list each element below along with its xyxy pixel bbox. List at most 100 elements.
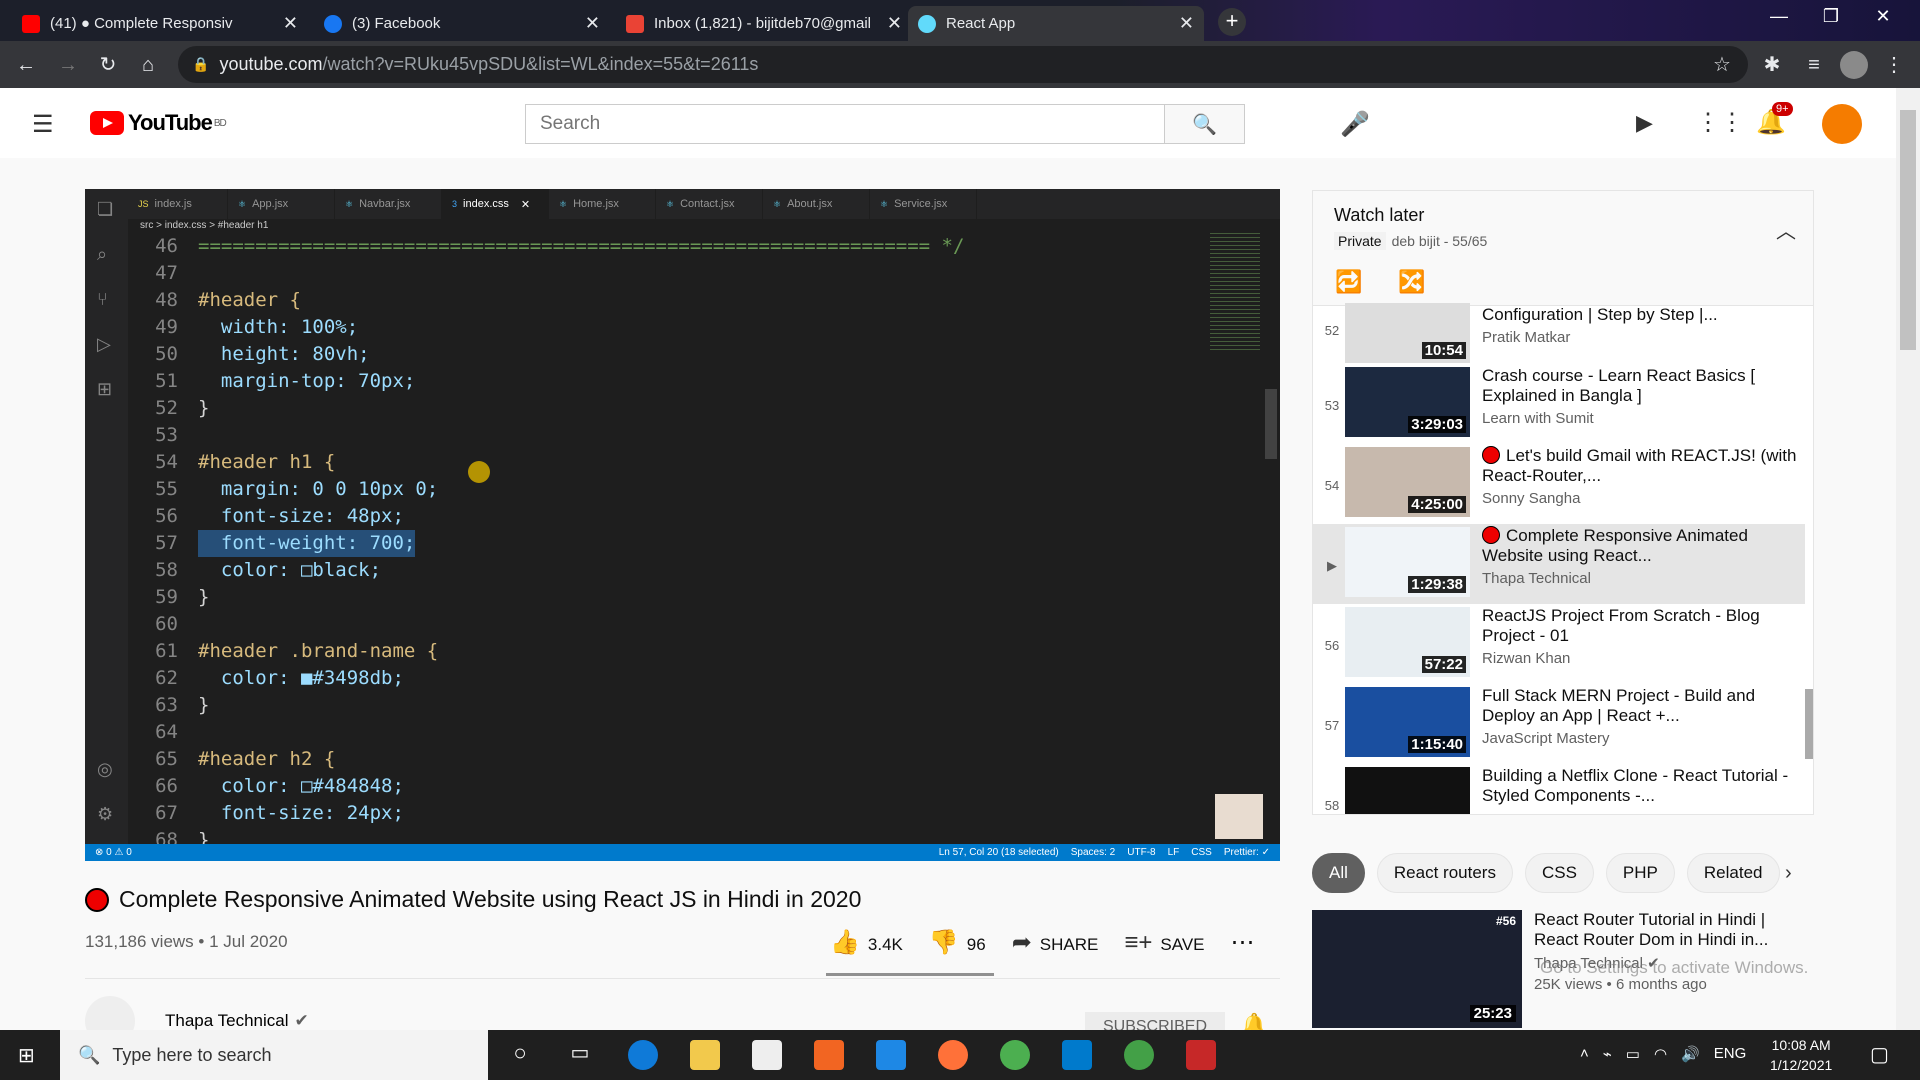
utorrent-icon[interactable]: [1124, 1040, 1154, 1070]
video-player[interactable]: ❏ ⌕ ⑂ ▷ ⊞ ◎ ⚙ JS index.js ⚛ App.jsx ⚛ Navba…: [85, 189, 1280, 861]
url-bar[interactable]: 🔒 youtube.com/watch?v=RUku45vpSDU&list=W…: [178, 46, 1748, 83]
notification-center-icon[interactable]: ▢: [1870, 1042, 1889, 1067]
search-icon: 🔍: [78, 1044, 101, 1065]
youtube-play-icon: [90, 111, 124, 135]
recommended-meta: 25K views • 6 months ago: [1534, 976, 1707, 993]
home-icon[interactable]: ⌂: [132, 49, 164, 81]
video-thumbnail: 1:15:40: [1345, 687, 1470, 757]
chrome-icon[interactable]: [1000, 1040, 1030, 1070]
playlist-item[interactable]: 53 3:29:03 Crash course - Learn React Ba…: [1313, 364, 1805, 444]
battery-icon[interactable]: ▭: [1626, 1045, 1640, 1063]
mail-icon[interactable]: [876, 1040, 906, 1070]
language-indicator[interactable]: ENG: [1714, 1045, 1747, 1063]
vscode-icon[interactable]: [1062, 1040, 1092, 1070]
close-icon[interactable]: ✕: [585, 13, 600, 34]
tab-gmail[interactable]: Inbox (1,821) - bijitdeb70@gmail ✕: [616, 6, 912, 41]
chip-react-routers[interactable]: React routers: [1376, 853, 1513, 893]
windows-start-icon[interactable]: ⊞: [18, 1043, 35, 1068]
search-button[interactable]: 🔍: [1164, 105, 1244, 143]
apps-grid-icon[interactable]: ⋮⋮: [1696, 108, 1744, 137]
chip-php[interactable]: PHP: [1605, 853, 1675, 893]
edge-icon[interactable]: [628, 1040, 658, 1070]
share-button[interactable]: ➦ SHARE: [1012, 928, 1099, 957]
chevron-up-icon[interactable]: ︿: [1776, 215, 1796, 244]
chip-all[interactable]: All: [1312, 853, 1365, 893]
tab-react-app[interactable]: React App ✕: [908, 6, 1204, 41]
taskbar-clock[interactable]: 10:08 AM 1/12/2021: [1770, 1035, 1832, 1075]
network-icon[interactable]: ⌁: [1603, 1045, 1612, 1063]
search-input[interactable]: [526, 105, 1164, 143]
code-editor: 46 ======================================…: [128, 233, 1208, 844]
code-line: 63}: [155, 694, 210, 716]
video-views-date: 131,186 views • 1 Jul 2020: [85, 932, 288, 951]
mcafee-icon[interactable]: [1186, 1040, 1216, 1070]
playlist-item[interactable]: 54 4:25:00 Let's build Gmail with REACT.…: [1313, 444, 1805, 524]
xampp-icon[interactable]: [814, 1040, 844, 1070]
editor-tab: ⚛ Contact.jsx: [656, 189, 763, 219]
chevron-right-icon[interactable]: ›: [1785, 862, 1792, 885]
extensions-icon[interactable]: ✱: [1756, 49, 1788, 81]
close-icon[interactable]: ✕: [1179, 13, 1194, 34]
wifi-icon[interactable]: ◠: [1654, 1045, 1667, 1063]
back-icon[interactable]: ←: [10, 49, 42, 81]
chip-related[interactable]: Related: [1686, 853, 1780, 893]
playlist-scrollbar[interactable]: [1805, 689, 1813, 759]
channel-watermark[interactable]: [1215, 794, 1263, 839]
volume-icon[interactable]: 🔊: [1681, 1045, 1700, 1063]
forward-icon[interactable]: →: [52, 49, 84, 81]
account-avatar[interactable]: [1822, 104, 1862, 144]
channel-name[interactable]: Thapa Technical: [165, 1011, 289, 1031]
editor-tab: ⚛ About.jsx: [763, 189, 870, 219]
store-icon[interactable]: [752, 1040, 782, 1070]
chip-css[interactable]: CSS: [1524, 853, 1594, 893]
task-view-icon[interactable]: ▭: [565, 1040, 595, 1070]
maximize-icon[interactable]: ❐: [1808, 6, 1854, 27]
playlist-item[interactable]: 57 1:15:40 Full Stack MERN Project - Bui…: [1313, 684, 1805, 764]
cortana-icon[interactable]: ○: [505, 1040, 535, 1070]
gmail-favicon-icon: [626, 14, 644, 33]
thumbs-down-icon: 👎: [928, 929, 959, 956]
media-queue-icon[interactable]: ≡: [1798, 49, 1830, 81]
code-line: 60: [155, 613, 178, 635]
playlist-item-current[interactable]: ▶ 1:29:38 Complete Responsive Animated W…: [1313, 524, 1805, 604]
save-button[interactable]: ≡+ SAVE: [1124, 929, 1204, 957]
microphone-icon[interactable]: 🎤: [1340, 110, 1370, 139]
playlist-title[interactable]: Watch later: [1334, 205, 1424, 226]
code-line-selected: 57 font-weight: 700;: [128, 530, 1208, 557]
recommended-title: React Router Tutorial in Hindi | React R…: [1534, 910, 1769, 949]
shuffle-icon[interactable]: 🔀: [1398, 269, 1425, 295]
menu-kebab-icon[interactable]: ⋮: [1878, 49, 1910, 81]
like-button[interactable]: 👍 3.4K: [830, 928, 903, 957]
editor-scrollbar: [1265, 389, 1277, 459]
close-window-icon[interactable]: ✕: [1860, 6, 1906, 27]
file-explorer-icon[interactable]: [690, 1040, 720, 1070]
facebook-favicon-icon: [324, 14, 342, 33]
close-icon[interactable]: ✕: [283, 13, 298, 34]
firefox-icon[interactable]: [938, 1040, 968, 1070]
close-icon[interactable]: ✕: [887, 13, 902, 34]
profile-avatar[interactable]: [1840, 51, 1868, 79]
create-video-icon[interactable]: ▶︎: [1636, 110, 1653, 136]
tab-facebook[interactable]: (3) Facebook ✕: [314, 6, 610, 41]
page-scrollbar-thumb[interactable]: [1900, 110, 1916, 350]
bookmark-star-icon[interactable]: ☆: [1706, 49, 1738, 81]
playlist-item[interactable]: 52 10:54 Configuration | Step by Step |.…: [1313, 303, 1805, 367]
duration-badge: 25:23: [1469, 1005, 1516, 1022]
explorer-icon: ❏: [97, 199, 114, 219]
region-code: BD: [213, 117, 227, 129]
run-debug-icon: ▷: [97, 334, 111, 354]
more-actions-icon[interactable]: ⋯: [1231, 928, 1255, 957]
playlist-item[interactable]: 56 57:22 ReactJS Project From Scratch - …: [1313, 604, 1805, 684]
tab-youtube[interactable]: (41) ● Complete Responsiv ✕: [12, 6, 308, 41]
taskbar-search[interactable]: 🔍 Type here to search: [60, 1030, 488, 1080]
reload-icon[interactable]: ↻: [92, 49, 124, 81]
loop-icon[interactable]: 🔁: [1335, 269, 1362, 295]
minimize-icon[interactable]: —: [1756, 6, 1802, 27]
youtube-logo[interactable]: YouTube BD: [90, 110, 227, 136]
playlist-item[interactable]: 58 Building a Netflix Clone - React Tuto…: [1313, 764, 1805, 814]
account-icon: ◎: [97, 759, 113, 779]
dislike-button[interactable]: 👎 96: [929, 928, 986, 957]
hamburger-menu-icon[interactable]: ☰: [32, 110, 54, 139]
new-tab-button[interactable]: +: [1218, 8, 1246, 36]
chevron-up-icon[interactable]: ˄: [1580, 1045, 1589, 1063]
